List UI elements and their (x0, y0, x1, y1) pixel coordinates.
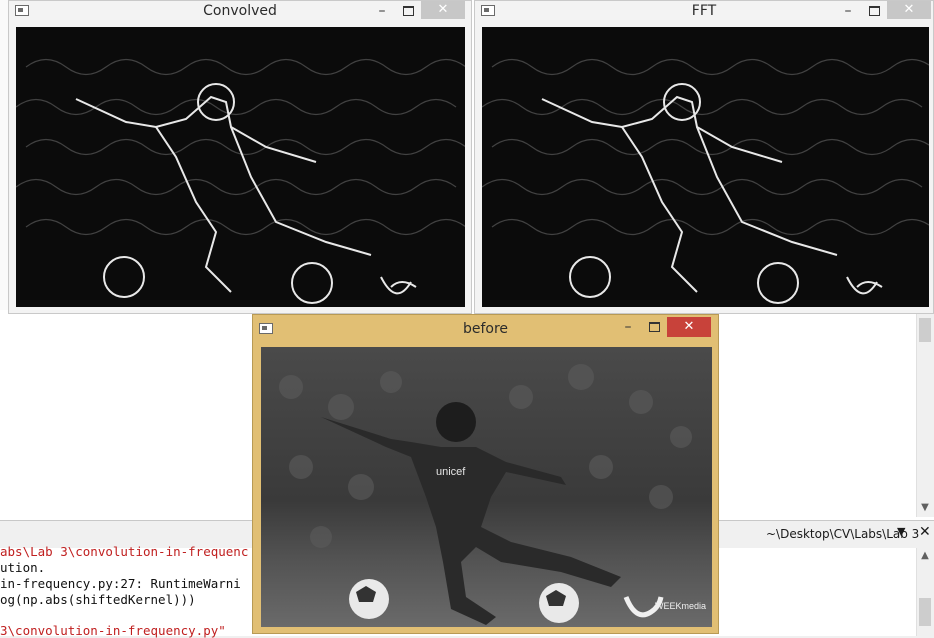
close-button[interactable]: ✕ (887, 1, 931, 19)
fft-image (482, 27, 929, 307)
ball-left (349, 579, 389, 619)
maximize-icon (649, 322, 660, 332)
minimize-button[interactable]: – (615, 317, 641, 337)
shirt-text: unicef (436, 466, 466, 478)
editor-scroll-thumb[interactable] (919, 318, 931, 342)
scroll-up-arrow-icon[interactable]: ▲ (916, 550, 934, 561)
maximize-icon (869, 6, 880, 16)
path-dropdown-icon[interactable]: ▼ (897, 525, 905, 538)
console-line: in-frequency.py:27: RuntimeWarni (0, 576, 241, 591)
fft-titlebar[interactable]: FFT – ✕ (475, 1, 933, 23)
ball-right (539, 583, 579, 623)
scroll-down-arrow-icon[interactable]: ▼ (916, 500, 934, 516)
convolved-titlebar[interactable]: Convolved – ✕ (9, 1, 471, 23)
minimize-button[interactable]: – (835, 1, 861, 21)
maximize-button[interactable] (395, 1, 421, 21)
console-close-icon[interactable]: ✕ (919, 524, 931, 540)
before-window[interactable]: before – ✕ unicef WEEKmedia (252, 314, 719, 634)
close-button[interactable]: ✕ (421, 1, 465, 19)
console-line: abs\Lab 3\convolution-in-frequenc (0, 544, 249, 559)
before-titlebar[interactable]: before – ✕ (253, 315, 718, 341)
console-line: og(np.abs(shiftedKernel))) (0, 592, 196, 607)
close-button[interactable]: ✕ (667, 317, 711, 337)
before-image: unicef WEEKmedia (261, 347, 712, 627)
console-scroll-thumb[interactable] (919, 598, 931, 626)
convolved-window[interactable]: Convolved – ✕ (8, 0, 472, 314)
watermark-logo: WEEKmedia (655, 601, 706, 611)
editor-scrollbar[interactable] (916, 312, 934, 517)
maximize-button[interactable] (861, 1, 887, 21)
minimize-button[interactable]: – (369, 1, 395, 21)
maximize-button[interactable] (641, 317, 667, 337)
console-line: ution. (0, 560, 46, 575)
fft-window[interactable]: FFT – ✕ (474, 0, 934, 314)
maximize-icon (403, 6, 414, 16)
convolved-image (16, 27, 465, 307)
